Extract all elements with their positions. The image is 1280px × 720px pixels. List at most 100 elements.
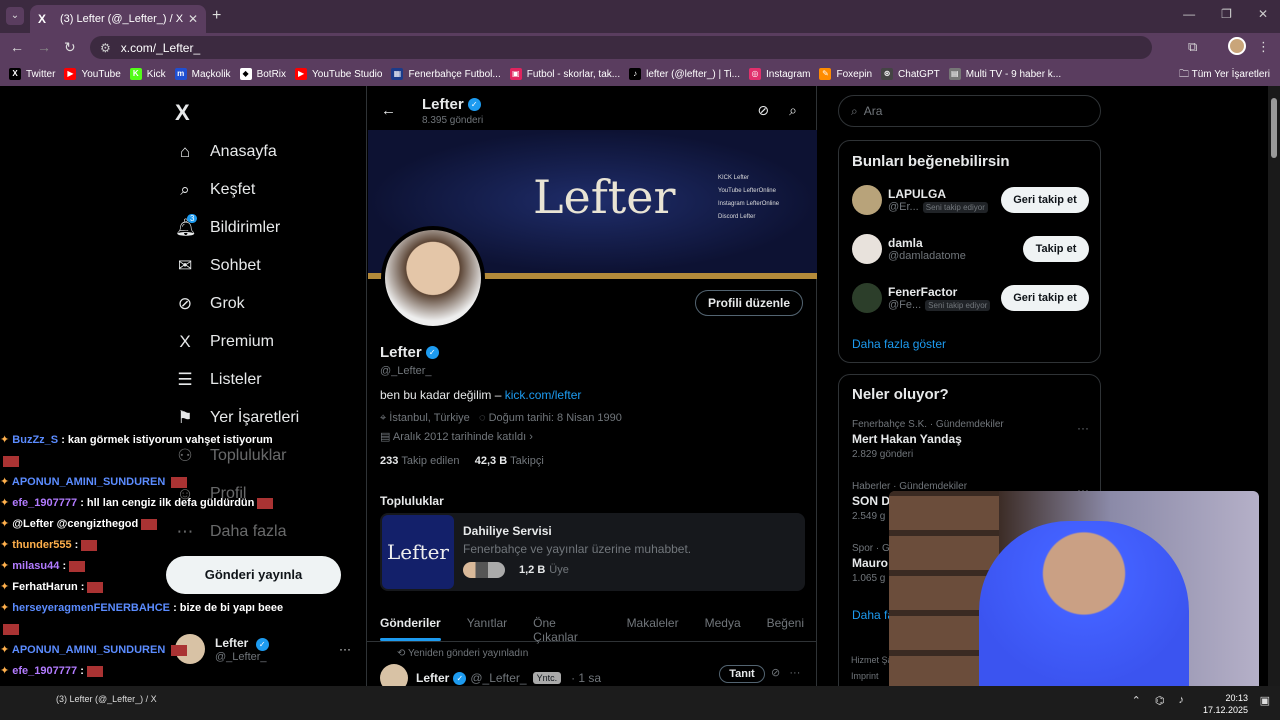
browser-tab[interactable]: X (3) Lefter (@_Lefter_) / X ✕ <box>30 5 206 33</box>
bookmark-item[interactable]: ▣ Futbol - skorlar, tak... <box>509 68 620 80</box>
tab-2[interactable]: Öne Çıkanlar <box>520 608 613 644</box>
all-bookmarks-folder[interactable]: 🗀 Tüm Yer İşaretleri <box>1179 67 1270 84</box>
chat-username: efe_1907777 <box>12 665 78 677</box>
clock[interactable]: 20:13 17.12.2025 <box>1203 692 1248 716</box>
minimize-button[interactable]: — <box>1183 7 1195 21</box>
nav-label: Yer İşaretleri <box>210 409 300 426</box>
profile-joined[interactable]: ▤ Aralık 2012 tarihinde katıldı › <box>380 430 533 443</box>
trends-more-link[interactable]: Daha fa <box>852 608 894 622</box>
nav-item-keşfet[interactable]: ⌕ Keşfet <box>175 180 255 200</box>
tab-5[interactable]: Beğeni <box>754 608 817 641</box>
bookmark-item[interactable]: ▶ YouTube Studio <box>295 68 382 80</box>
chat-username: efe_1907777 <box>12 497 78 509</box>
chat-badge-icon: ✦ <box>0 497 13 509</box>
notification-icon[interactable]: ▣ <box>1260 694 1270 707</box>
bookmark-item[interactable]: X Twitter <box>9 68 55 80</box>
grok-icon[interactable]: ⊘ <box>771 667 780 679</box>
suggestion-item[interactable]: FenerFactor @Fe... Seni takip ediyor <box>852 283 991 313</box>
tab-close-icon[interactable]: ✕ <box>188 12 198 26</box>
nav-item-sohbet[interactable]: ✉ Sohbet <box>175 256 261 276</box>
bookmark-icon: ✎ <box>819 68 832 80</box>
footer-link[interactable]: Hizmet Şa <box>851 652 893 668</box>
site-info-icon[interactable]: ⚙ <box>100 41 111 55</box>
nav-item-yer-i-şaretleri[interactable]: ⚑ Yer İşaretleri <box>175 408 299 428</box>
trend-item[interactable]: Fenerbahçe S.K. · Gündemdekiler Mert Haka… <box>852 419 1004 460</box>
scrollbar-thumb[interactable] <box>1271 98 1277 158</box>
follow-button[interactable]: Takip et <box>1023 236 1089 262</box>
following-link[interactable]: 233 Takip edilen <box>380 455 459 467</box>
bookmark-item[interactable]: ▦ Fenerbahçe Futbol... <box>391 68 501 80</box>
tab-1[interactable]: Yanıtlar <box>454 608 520 641</box>
browser-menu-icon[interactable]: ⋮ <box>1257 39 1270 55</box>
avatar[interactable] <box>380 664 408 686</box>
tab-search-button[interactable]: ⌄ <box>6 7 24 25</box>
bookmark-item[interactable]: ◎ Instagram <box>749 68 810 80</box>
bookmark-item[interactable]: ▤ Multi TV - 9 haber k... <box>948 68 1061 80</box>
suggestion-item[interactable]: LAPULGA @Er... Seni takip ediyor <box>852 185 988 215</box>
verified-icon: ✓ <box>453 671 467 685</box>
bookmark-icon: K <box>129 68 142 80</box>
post-time[interactable]: · 1 sa <box>571 671 601 685</box>
more-icon[interactable]: ··· <box>789 667 800 679</box>
bookmark-item[interactable]: m Maçkolik <box>174 68 231 80</box>
bookmark-item[interactable]: ⊛ ChatGPT <box>881 68 940 80</box>
tab-4[interactable]: Medya <box>692 608 754 641</box>
new-tab-button[interactable]: + <box>212 7 221 25</box>
account-more-icon[interactable]: ··· <box>339 642 351 656</box>
search-icon[interactable]: ⌕ <box>789 102 797 119</box>
community-card[interactable]: Lefter Dahiliye Servisi Fenerbahçe ve ya… <box>380 513 805 591</box>
grok-icon[interactable]: ⊘ <box>757 102 769 119</box>
browser-profile-avatar[interactable] <box>1228 37 1246 55</box>
trend-title: Mert Hakan Yandaş <box>852 432 962 446</box>
bio-link[interactable]: kick.com/lefter <box>505 388 582 402</box>
follow-button[interactable]: Geri takip et <box>1001 187 1089 213</box>
maximize-button[interactable]: ❐ <box>1221 7 1232 21</box>
chat-badge-icon: ✦ <box>0 644 12 656</box>
nav-item-bildirimler[interactable]: 🔔︎ Bildirimler 3 <box>175 214 280 238</box>
bookmark-item[interactable]: ♪ lefter (@lefter_) | Ti... <box>629 68 740 80</box>
tab-3[interactable]: Makaleler <box>614 608 692 641</box>
streamer <box>979 521 1189 696</box>
suggestion-handle: @Fe... Seni takip ediyor <box>888 299 991 311</box>
network-icon[interactable]: ⌬ <box>1155 694 1165 707</box>
suggestion-item[interactable]: damla @damladatome <box>852 234 966 264</box>
header-name: Lefter ✓ <box>422 96 481 113</box>
post-author[interactable]: Lefter <box>416 671 449 685</box>
followers-link[interactable]: 42,3 B Takipçi <box>475 455 544 467</box>
tab-0[interactable]: Gönderiler <box>367 608 454 641</box>
nav-item-grok[interactable]: ⊘ Grok <box>175 294 245 314</box>
bookmark-item[interactable]: ▶ YouTube <box>64 68 121 80</box>
location-icon: ⌖ <box>380 412 387 424</box>
close-window-button[interactable]: ✕ <box>1258 7 1268 21</box>
promote-button[interactable]: Tanıt <box>719 665 765 683</box>
footer-link[interactable]: Imprint <box>851 668 893 684</box>
profile-photo[interactable] <box>381 226 485 330</box>
search-input[interactable]: ⌕ Ara <box>838 95 1101 127</box>
nav-item-anasayfa[interactable]: ⌂ Anasayfa <box>175 142 277 162</box>
show-more-link[interactable]: Daha fazla göster <box>852 337 946 351</box>
trend-more-icon[interactable]: ··· <box>1077 421 1089 435</box>
bookmark-icon: ♪ <box>629 68 642 80</box>
nav-item-listeler[interactable]: ☰ Listeler <box>175 370 261 390</box>
back-button[interactable]: ← <box>10 39 24 55</box>
handle: @Fe... <box>888 299 922 311</box>
back-arrow-icon[interactable]: ← <box>381 102 396 119</box>
chevron-up-icon[interactable]: ⌃ <box>1132 694 1141 707</box>
taskbar: (3) Lefter (@_Lefter_) / X ⌃ ⌬ ♪ 20:13 17… <box>0 686 1280 720</box>
page-scrollbar[interactable] <box>1268 86 1280 686</box>
bookmark-item[interactable]: ✎ Foxepin <box>819 68 872 80</box>
bookmark-item[interactable]: K Kick <box>129 68 166 80</box>
reload-button[interactable]: ↻ <box>64 39 76 56</box>
forward-button[interactable]: → <box>37 39 51 55</box>
volume-icon[interactable]: ♪ <box>1179 694 1185 707</box>
bookmark-item[interactable]: ◆ BotRix <box>239 68 286 80</box>
extensions-icon[interactable]: ⧉ <box>1188 39 1197 55</box>
bookmark-label: lefter (@lefter_) | Ti... <box>646 68 740 80</box>
follow-button[interactable]: Geri takip et <box>1001 285 1089 311</box>
edit-profile-button[interactable]: Profili düzenle <box>694 290 803 316</box>
post-count: 8.395 gönderi <box>422 115 484 126</box>
nav-item-premium[interactable]: X Premium <box>175 332 274 352</box>
address-bar[interactable]: ⚙ x.com/_Lefter_ <box>90 36 1152 59</box>
taskbar-window[interactable]: (3) Lefter (@_Lefter_) / X <box>56 694 157 704</box>
x-logo-icon[interactable]: X <box>175 100 190 126</box>
